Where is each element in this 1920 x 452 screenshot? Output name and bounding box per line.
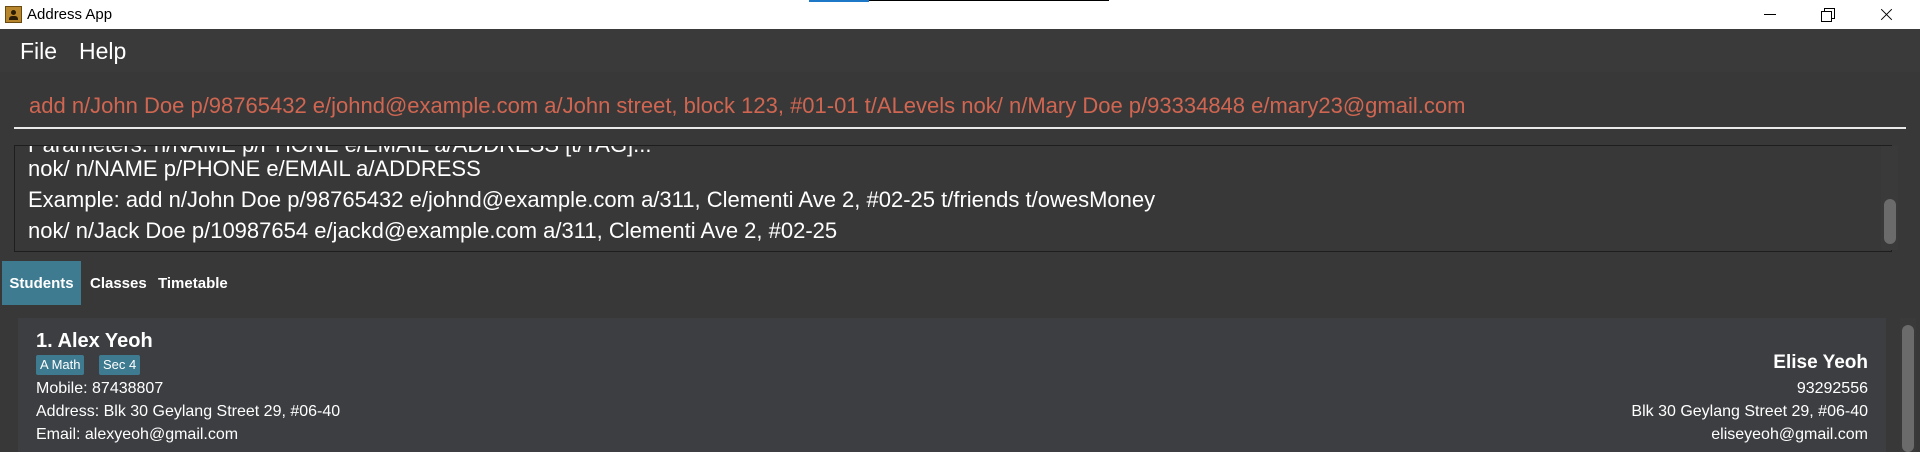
student-mobile: Mobile: 87438807: [36, 380, 164, 397]
tab-students[interactable]: Students: [2, 261, 81, 305]
minimize-icon[interactable]: [1747, 0, 1793, 29]
student-email: Email: alexyeoh@gmail.com: [36, 426, 239, 443]
nok-name: Elise Yeoh: [1773, 352, 1868, 373]
tab-timetable[interactable]: Timetable: [158, 261, 228, 305]
nok-email: eliseyeoh@gmail.com: [1711, 426, 1868, 443]
title-divider-line: [869, 0, 1109, 1]
tab-bar: Students Classes Timetable: [0, 261, 1920, 305]
result-line: Example: add n/John Doe p/98765432 e/joh…: [28, 187, 1156, 212]
menu-help[interactable]: Help: [79, 38, 126, 65]
app-icon: [5, 6, 22, 23]
list-scrollbar[interactable]: [1900, 318, 1916, 452]
student-tag: A Math: [36, 355, 85, 375]
student-card[interactable]: 1. Alex Yeoh A Math Sec 4 Mobile: 874388…: [18, 318, 1886, 452]
menu-bar: File Help: [0, 29, 1920, 72]
result-display: Parameters: n/NAME p/PHONE e/EMAIL a/ADD…: [14, 145, 1892, 252]
restore-icon[interactable]: [1805, 0, 1851, 29]
command-input[interactable]: add n/John Doe p/98765432 e/johnd@exampl…: [14, 84, 1906, 129]
title-accent-line: [809, 0, 869, 2]
tab-classes[interactable]: Classes: [90, 261, 147, 305]
menu-file[interactable]: File: [20, 38, 57, 65]
close-icon[interactable]: [1864, 0, 1910, 29]
student-tag: Sec 4: [99, 355, 141, 375]
nok-phone: 93292556: [1796, 380, 1868, 397]
title-bar: Address App: [0, 0, 1920, 29]
result-line: nok/ n/NAME p/PHONE e/EMAIL a/ADDRESS: [28, 156, 481, 181]
student-name: 1. Alex Yeoh: [36, 330, 153, 352]
window-title: Address App: [27, 6, 113, 23]
nok-address: Blk 30 Geylang Street 29, #06-40: [1631, 403, 1868, 420]
result-line: nok/ n/Jack Doe p/10987654 e/jackd@examp…: [28, 218, 838, 243]
student-list: 1. Alex Yeoh A Math Sec 4 Mobile: 874388…: [10, 316, 1920, 452]
result-scrollbar[interactable]: [1881, 146, 1898, 250]
command-text: add n/John Doe p/98765432 e/johnd@exampl…: [29, 93, 1466, 118]
list-scroll-thumb[interactable]: [1902, 325, 1914, 452]
result-scroll-thumb[interactable]: [1884, 199, 1896, 244]
student-address: Address: Blk 30 Geylang Street 29, #06-4…: [36, 403, 341, 420]
